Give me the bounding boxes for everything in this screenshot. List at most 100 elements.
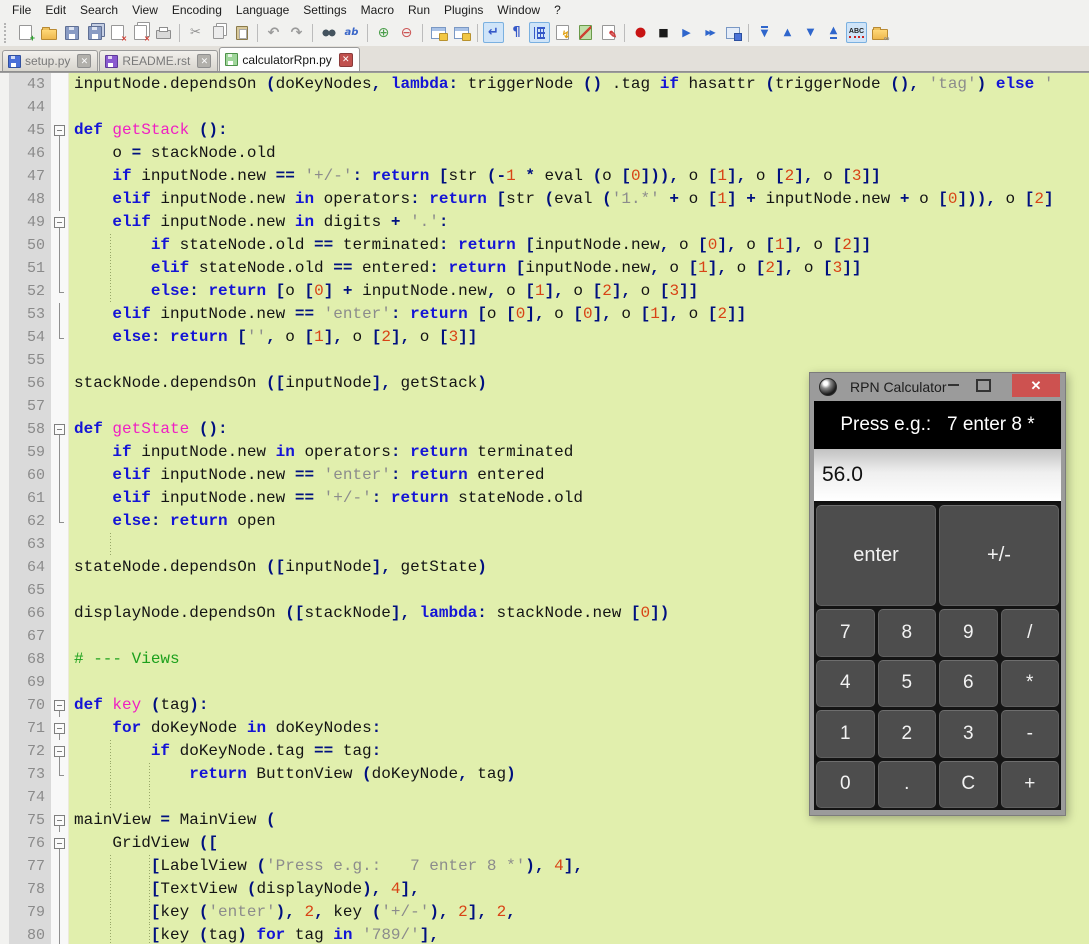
fold-toggle[interactable] (51, 832, 69, 855)
copy-icon[interactable] (208, 22, 229, 43)
macro-save-icon[interactable] (722, 22, 743, 43)
fold-toggle[interactable] (51, 809, 69, 832)
calculator-titlebar[interactable]: RPN Calculator ✕ (810, 373, 1065, 401)
calc-key-divide[interactable]: / (1000, 609, 1059, 657)
sync-horizontal-icon[interactable] (451, 22, 472, 43)
calc-key-0[interactable]: 0 (816, 760, 875, 808)
bookmark-margin (0, 372, 9, 395)
fold-toggle[interactable] (51, 418, 69, 441)
tab-calculatorrpn-py[interactable]: calculatorRpn.py ✕ (219, 47, 360, 71)
fold-current-icon[interactable]: ▲ (777, 22, 798, 43)
fold-toggle[interactable] (51, 211, 69, 234)
calculator-title: RPN Calculator (850, 379, 947, 395)
menu-view[interactable]: View (125, 1, 165, 19)
redo-icon[interactable]: ↷ (286, 22, 307, 43)
calc-key-7[interactable]: 7 (816, 609, 875, 657)
menu-search[interactable]: Search (73, 1, 125, 19)
show-all-characters-icon[interactable]: ¶ (506, 22, 527, 43)
fold-toggle[interactable] (51, 740, 69, 763)
find-icon[interactable] (318, 22, 339, 43)
calc-key-minus[interactable]: - (1000, 710, 1059, 758)
calc-key-9[interactable]: 9 (939, 609, 998, 657)
menu-run[interactable]: Run (401, 1, 437, 19)
menu-window[interactable]: Window (490, 1, 547, 19)
toolbar-separator (477, 23, 478, 42)
calc-key-2[interactable]: 2 (877, 710, 936, 758)
indent-guide-line (110, 924, 112, 944)
line-number: 47 (9, 165, 51, 188)
calc-key-3[interactable]: 3 (939, 710, 998, 758)
macro-play-icon[interactable]: ▶ (676, 22, 697, 43)
calc-key-plus[interactable]: + (1000, 760, 1059, 808)
python-script-icon[interactable] (575, 22, 596, 43)
tab-readme-rst[interactable]: README.rst ✕ (99, 50, 219, 71)
menu-encoding[interactable]: Encoding (165, 1, 229, 19)
menu-file[interactable]: File (5, 1, 38, 19)
zoom-out-icon[interactable]: ⊖ (396, 22, 417, 43)
maximize-button[interactable] (976, 379, 991, 392)
close-icon[interactable]: ✕ (107, 22, 128, 43)
print-icon[interactable] (153, 22, 174, 43)
code-line: 45 def getStack (): (0, 119, 1089, 142)
calc-key-multiply[interactable]: * (1000, 659, 1059, 707)
user-defined-language-icon[interactable]: ↯ (552, 22, 573, 43)
paste-icon[interactable] (231, 22, 252, 43)
save-all-icon[interactable] (84, 22, 105, 43)
minimize-button[interactable] (948, 384, 959, 386)
tab-setup-py[interactable]: setup.py ✕ (2, 50, 99, 71)
code-text: elif inputNode.new in operators: return … (112, 190, 1054, 208)
calc-key-clear[interactable]: C (939, 760, 998, 808)
toolbar-separator (179, 23, 180, 42)
close-button[interactable]: ✕ (1012, 374, 1060, 397)
fold-toggle[interactable] (51, 694, 69, 717)
calc-key-5[interactable]: 5 (877, 659, 936, 707)
calc-key-4[interactable]: 4 (816, 659, 875, 707)
folder-as-workspace-icon[interactable]: ∞ (869, 22, 890, 43)
spell-check-icon[interactable]: ABC (846, 22, 867, 43)
calc-key-1[interactable]: 1 (816, 710, 875, 758)
menu-[interactable]: ? (547, 1, 568, 19)
fold-all-icon[interactable]: ▼ (754, 22, 775, 43)
menu-macro[interactable]: Macro (354, 1, 401, 19)
unfold-all-icon[interactable]: ▲ (823, 22, 844, 43)
fold-margin (51, 372, 69, 395)
line-number: 58 (9, 418, 51, 441)
tab-close-icon[interactable]: ✕ (338, 52, 353, 67)
calc-key-8[interactable]: 8 (877, 609, 936, 657)
save-icon[interactable] (61, 22, 82, 43)
tab-close-icon[interactable]: ✕ (77, 54, 92, 68)
script-edit-icon[interactable]: ✎ (598, 22, 619, 43)
fold-toggle[interactable] (51, 717, 69, 740)
cut-icon[interactable]: ✂ (185, 22, 206, 43)
indent-guide-icon[interactable] (529, 22, 550, 43)
close-all-icon[interactable]: ✕ (130, 22, 151, 43)
calc-key-enter[interactable]: enter (816, 505, 936, 606)
replace-icon[interactable]: ab (341, 22, 362, 43)
calc-key-plusminus[interactable]: +/- (939, 505, 1059, 606)
calc-key-dot[interactable]: . (877, 760, 936, 808)
sync-vertical-icon[interactable] (428, 22, 449, 43)
code-line: 76 GridView ([ (0, 832, 1089, 855)
menu-plugins[interactable]: Plugins (437, 1, 490, 19)
word-wrap-icon[interactable]: ↵ (483, 22, 504, 43)
file-saved-icon (105, 54, 119, 68)
calc-key-6[interactable]: 6 (939, 659, 998, 707)
new-file-icon[interactable]: + (15, 22, 36, 43)
menu-settings[interactable]: Settings (296, 1, 353, 19)
toolbar-separator (422, 23, 423, 42)
menu-edit[interactable]: Edit (38, 1, 73, 19)
macro-stop-icon[interactable]: ■ (653, 22, 674, 43)
open-file-icon[interactable] (38, 22, 59, 43)
toolbar-separator (312, 23, 313, 42)
unfold-current-icon[interactable]: ▼ (800, 22, 821, 43)
macro-run-multiple-icon[interactable]: ▶▶ (699, 22, 720, 43)
line-number: 60 (9, 464, 51, 487)
menu-language[interactable]: Language (229, 1, 296, 19)
undo-icon[interactable]: ↶ (263, 22, 284, 43)
bookmark-margin (0, 234, 9, 257)
fold-toggle[interactable] (51, 119, 69, 142)
macro-record-icon[interactable]: ● (630, 22, 651, 43)
zoom-in-icon[interactable]: ⊕ (373, 22, 394, 43)
tab-close-icon[interactable]: ✕ (197, 54, 212, 68)
line-number: 74 (9, 786, 51, 809)
